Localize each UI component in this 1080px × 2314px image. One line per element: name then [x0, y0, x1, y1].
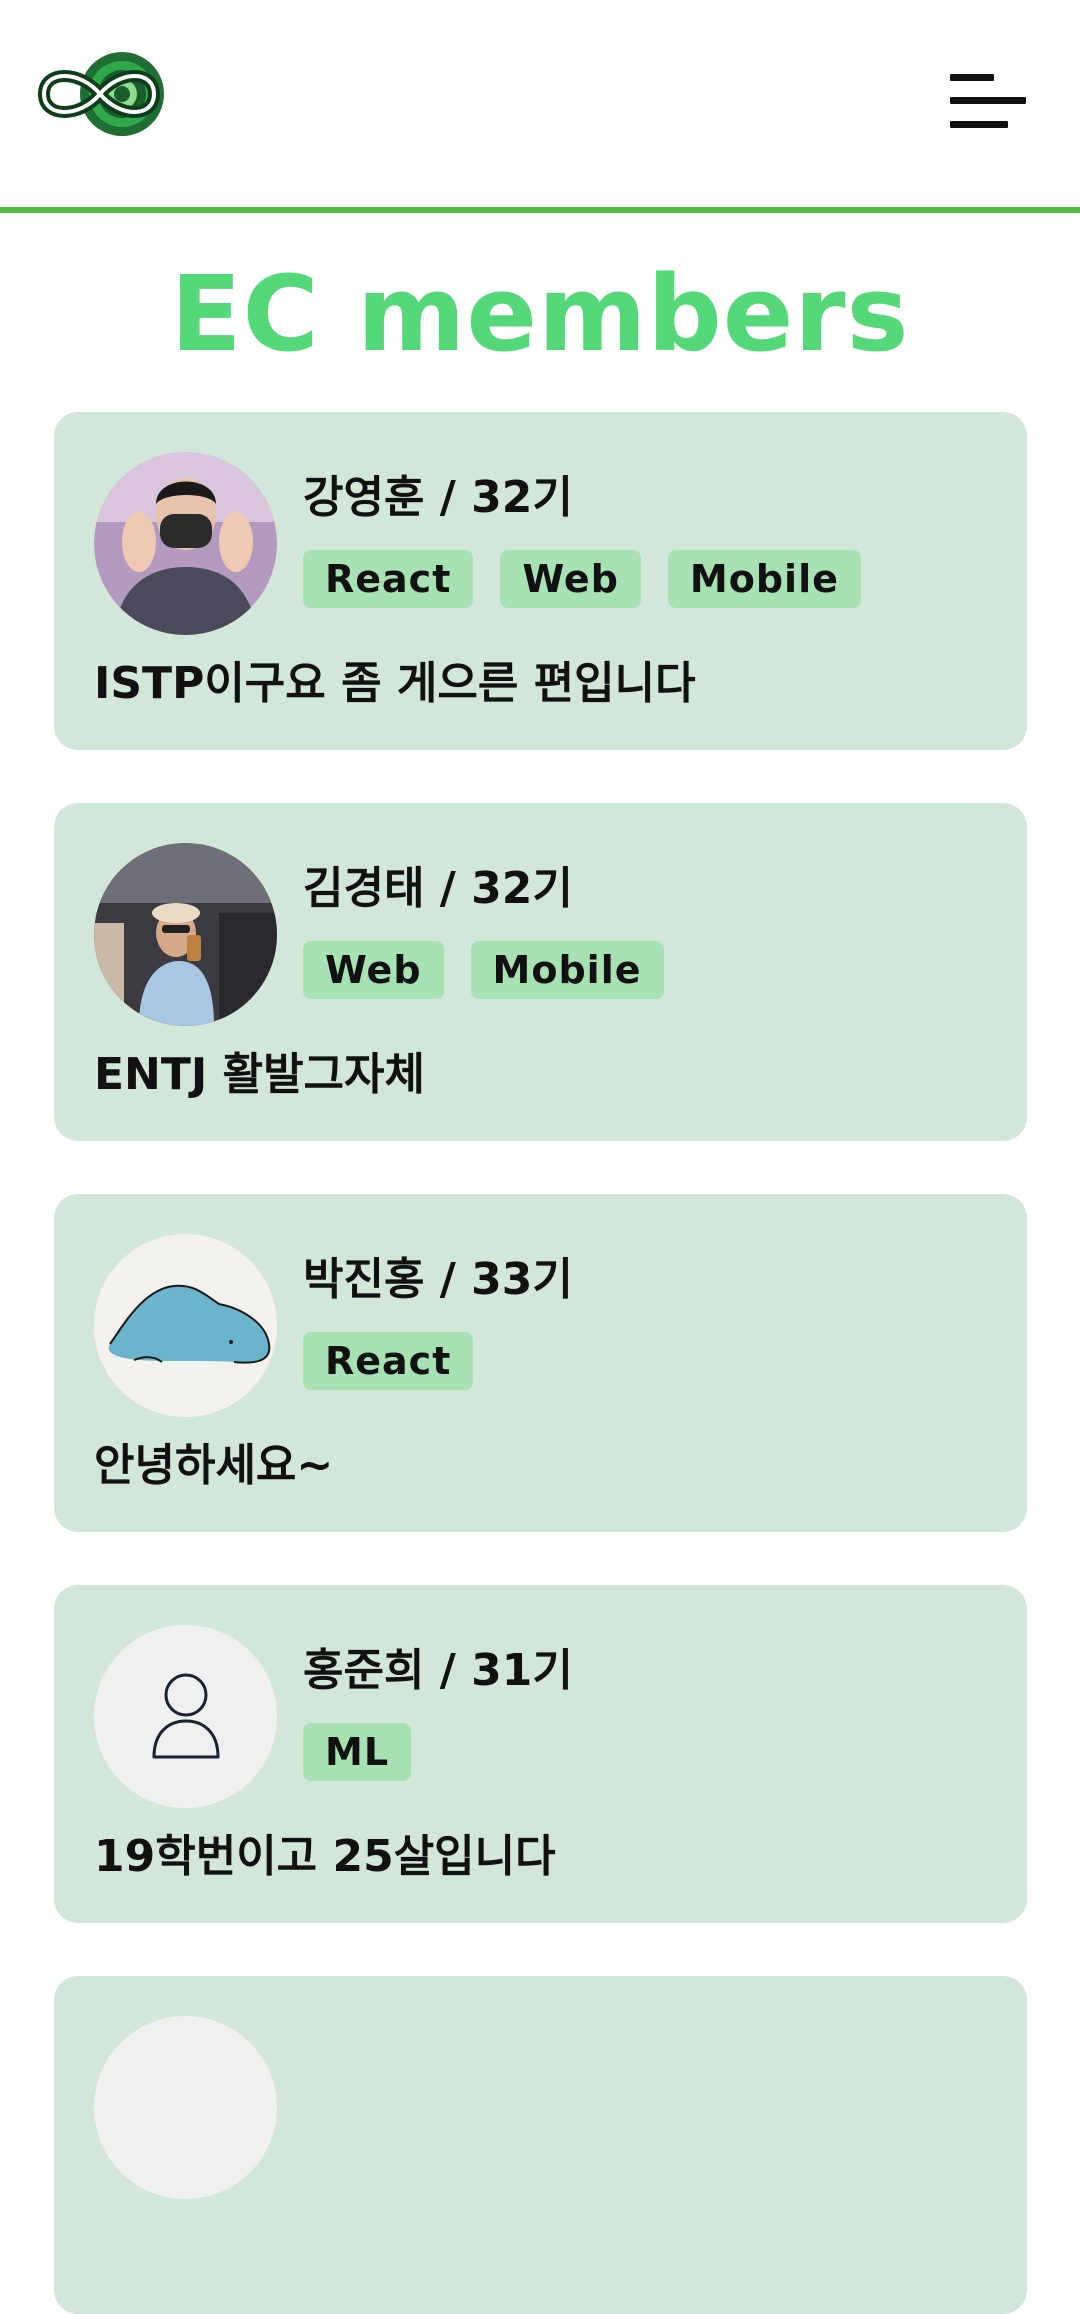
- member-bio: 19학번이고 25살입니다: [94, 1831, 556, 1882]
- member-avatar: [94, 2016, 277, 2199]
- member-avatar: [94, 1234, 277, 1417]
- member-card[interactable]: [54, 1976, 1027, 2314]
- menu-line: [950, 121, 1008, 128]
- member-name: 강영훈 / 32기: [303, 472, 573, 523]
- tag-list: Web Mobile: [303, 941, 664, 999]
- tag-chip[interactable]: Web: [303, 941, 444, 999]
- member-bio: 안녕하세요~: [94, 1440, 334, 1491]
- member-avatar: [94, 843, 277, 1026]
- tag-list: React Web Mobile: [303, 550, 861, 608]
- member-bio: ISTP이구요 좀 게으른 편입니다: [94, 658, 696, 709]
- member-name: 홍준희 / 31기: [303, 1645, 573, 1696]
- member-card[interactable]: 김경태 / 32기 Web Mobile ENTJ 활발그자체: [54, 803, 1027, 1141]
- default-user-icon: [94, 1625, 277, 1808]
- member-card[interactable]: 박진홍 / 33기 React 안녕하세요~: [54, 1194, 1027, 1532]
- tag-list: ML: [303, 1723, 412, 1781]
- top-header: [0, 0, 1080, 213]
- member-card[interactable]: 홍준희 / 31기 ML 19학번이고 25살입니다: [54, 1585, 1027, 1923]
- tag-chip[interactable]: React: [303, 550, 474, 608]
- member-name: 김경태 / 32기: [303, 863, 573, 914]
- member-avatar: [94, 452, 277, 635]
- infinity-logo-icon[interactable]: [36, 48, 166, 140]
- member-name: 박진홍 / 33기: [303, 1254, 573, 1305]
- tag-chip[interactable]: Mobile: [470, 941, 664, 999]
- hamburger-menu-icon[interactable]: [945, 70, 1031, 134]
- tag-list: React: [303, 1332, 474, 1390]
- member-card[interactable]: 강영훈 / 32기 React Web Mobile ISTP이구요 좀 게으른…: [54, 412, 1027, 750]
- tag-chip[interactable]: ML: [303, 1723, 412, 1781]
- member-bio: ENTJ 활발그자체: [94, 1049, 425, 1100]
- menu-line: [950, 97, 1026, 104]
- tag-chip[interactable]: Web: [500, 550, 641, 608]
- tag-chip[interactable]: React: [303, 1332, 474, 1390]
- menu-line: [950, 74, 994, 81]
- page-title: EC members: [170, 253, 910, 375]
- tag-chip[interactable]: Mobile: [667, 550, 861, 608]
